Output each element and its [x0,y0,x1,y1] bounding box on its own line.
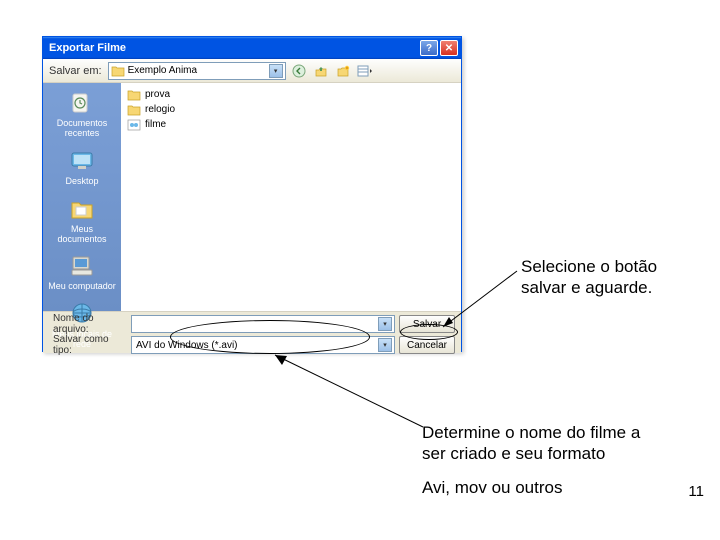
folder-icon [111,65,125,77]
place-label: Desktop [65,177,98,187]
place-label: Meu computador [48,282,116,292]
place-desktop[interactable]: Desktop [45,144,119,190]
folder-icon [127,89,141,101]
folder-icon [127,104,141,116]
filetype-value: AVI do Windows (*.avi) [134,340,378,351]
current-folder-name: Exemplo Anima [128,65,266,76]
place-label: Documentos recentes [46,119,118,139]
folder-dropdown[interactable]: Exemplo Anima ▾ [108,62,286,80]
cancel-button[interactable]: Cancelar [399,336,455,354]
filename-input[interactable]: ▾ [131,315,395,333]
place-mycomputer[interactable]: Meu computador [45,249,119,295]
file-name: filme [145,119,166,130]
save-button-label: Salvar [413,319,441,330]
list-item[interactable]: relogio [127,102,455,117]
close-button[interactable]: ✕ [440,40,458,56]
mycomputer-icon [67,252,97,280]
recent-icon [67,89,97,117]
places-bar: Documentos recentes Desktop Meus documen… [43,83,121,311]
chevron-down-icon: ▾ [378,338,392,352]
video-file-icon [127,119,141,131]
up-button[interactable] [312,62,330,80]
dialog-body: Documentos recentes Desktop Meus documen… [43,83,461,311]
list-item[interactable]: prova [127,87,455,102]
save-dialog: Exportar Filme ? ✕ Salvar em: Exemplo An… [42,36,462,352]
list-item[interactable]: filme [127,117,455,132]
place-recent[interactable]: Documentos recentes [45,86,119,142]
annotation-save: Selecione o botão salvar e aguarde. [521,256,661,299]
save-button[interactable]: Salvar [399,315,455,333]
desktop-icon [67,147,97,175]
new-folder-button[interactable] [334,62,352,80]
place-label: Meus documentos [46,225,118,245]
bottom-bar: Nome do arquivo: ▾ Salvar Salvar como ti… [43,311,461,353]
help-button[interactable]: ? [420,40,438,56]
annotation-name: Determine o nome do filme a ser criado e… [422,422,662,498]
file-name: relogio [145,104,175,115]
save-in-label: Salvar em: [49,65,102,77]
cancel-button-label: Cancelar [407,340,447,351]
dialog-title: Exportar Filme [49,42,418,54]
mydocs-icon [67,195,97,223]
titlebar: Exportar Filme ? ✕ [43,37,461,59]
toolbar: Salvar em: Exemplo Anima ▾ [43,59,461,83]
page-number: 11 [688,483,704,500]
chevron-down-icon: ▾ [378,317,392,331]
back-button[interactable] [290,62,308,80]
filetype-dropdown[interactable]: AVI do Windows (*.avi) ▾ [131,336,395,354]
file-list[interactable]: prova relogio filme [121,83,461,311]
arrow-to-filename [265,345,435,435]
filetype-label: Salvar como tipo: [49,334,127,356]
place-mydocs[interactable]: Meus documentos [45,192,119,248]
filename-label: Nome do arquivo: [49,313,127,335]
views-button[interactable] [356,62,374,80]
chevron-down-icon: ▾ [269,64,283,78]
close-icon: ✕ [445,43,453,54]
file-name: prova [145,89,170,100]
